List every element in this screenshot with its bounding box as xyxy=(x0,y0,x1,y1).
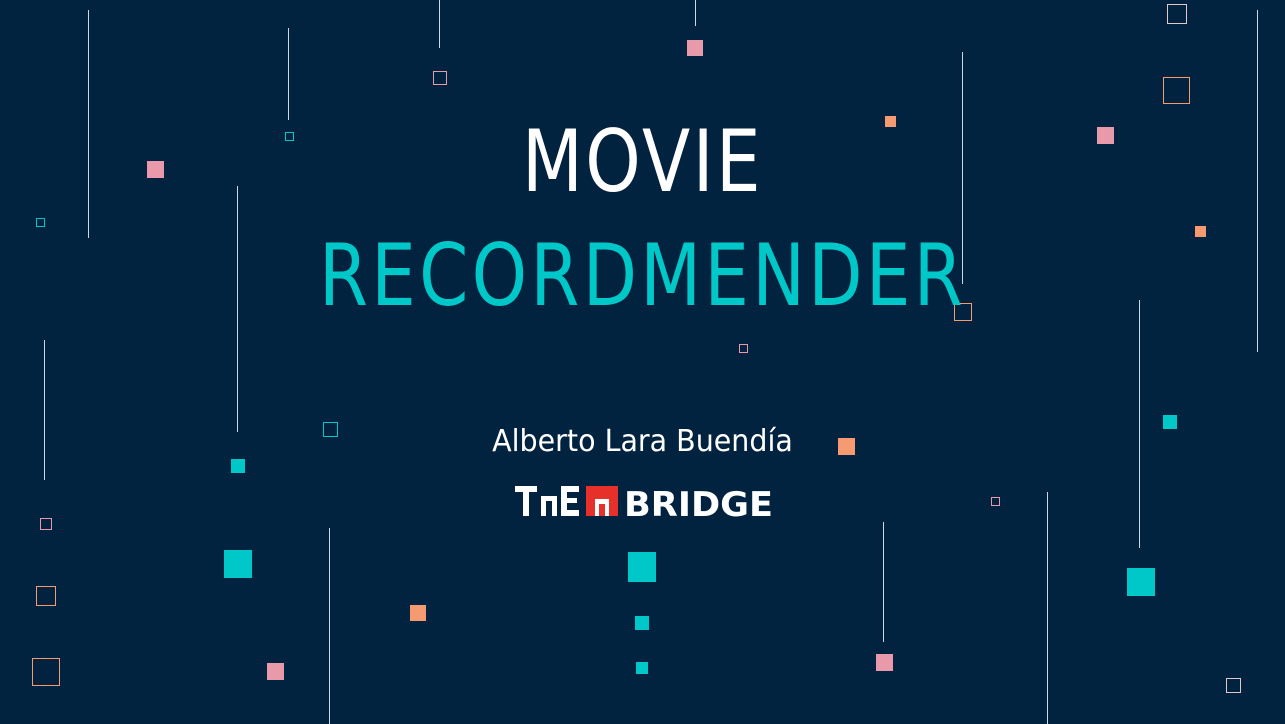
decorative-square-orange xyxy=(1195,226,1206,237)
author-name: Alberto Lara Buendía xyxy=(492,424,793,459)
decorative-square-orange xyxy=(410,605,426,621)
title-slide: MOVIE RECORDMENDER Alberto Lara Buendía … xyxy=(0,0,1285,724)
decorative-square-teal xyxy=(628,552,656,582)
decorative-square-teal xyxy=(224,550,252,578)
decorative-line xyxy=(695,0,696,26)
decorative-square-teal xyxy=(636,662,648,674)
decorative-square-outline xyxy=(991,497,1000,506)
decorative-square-outline xyxy=(40,518,52,530)
slide-title-line-2: RECORDMENDER xyxy=(319,226,966,326)
decorative-square-outline xyxy=(36,218,45,227)
decorative-square-outline xyxy=(36,586,56,606)
decorative-square-outline xyxy=(1163,77,1190,104)
decorative-square-outline xyxy=(739,344,748,353)
decorative-line xyxy=(883,522,884,642)
decorative-square-pink xyxy=(876,654,893,671)
decorative-square-outline xyxy=(433,71,447,85)
decorative-line xyxy=(329,528,330,724)
decorative-square-teal xyxy=(1127,568,1155,596)
decorative-line xyxy=(1257,10,1258,352)
slide-title-line-1: MOVIE xyxy=(521,112,764,212)
decorative-line xyxy=(288,28,289,120)
svg-text:BRIDGE: BRIDGE xyxy=(624,485,773,518)
decorative-square-pink xyxy=(687,40,703,56)
the-bridge-logo: BRIDGE xyxy=(515,485,773,518)
decorative-square-outline xyxy=(1167,4,1187,24)
decorative-line xyxy=(88,10,89,238)
decorative-line xyxy=(439,0,440,48)
decorative-line xyxy=(1047,492,1048,724)
decorative-square-teal xyxy=(635,616,649,630)
decorative-square-outline xyxy=(1226,678,1241,693)
decorative-square-outline xyxy=(32,658,60,686)
decorative-square-pink xyxy=(267,663,284,680)
